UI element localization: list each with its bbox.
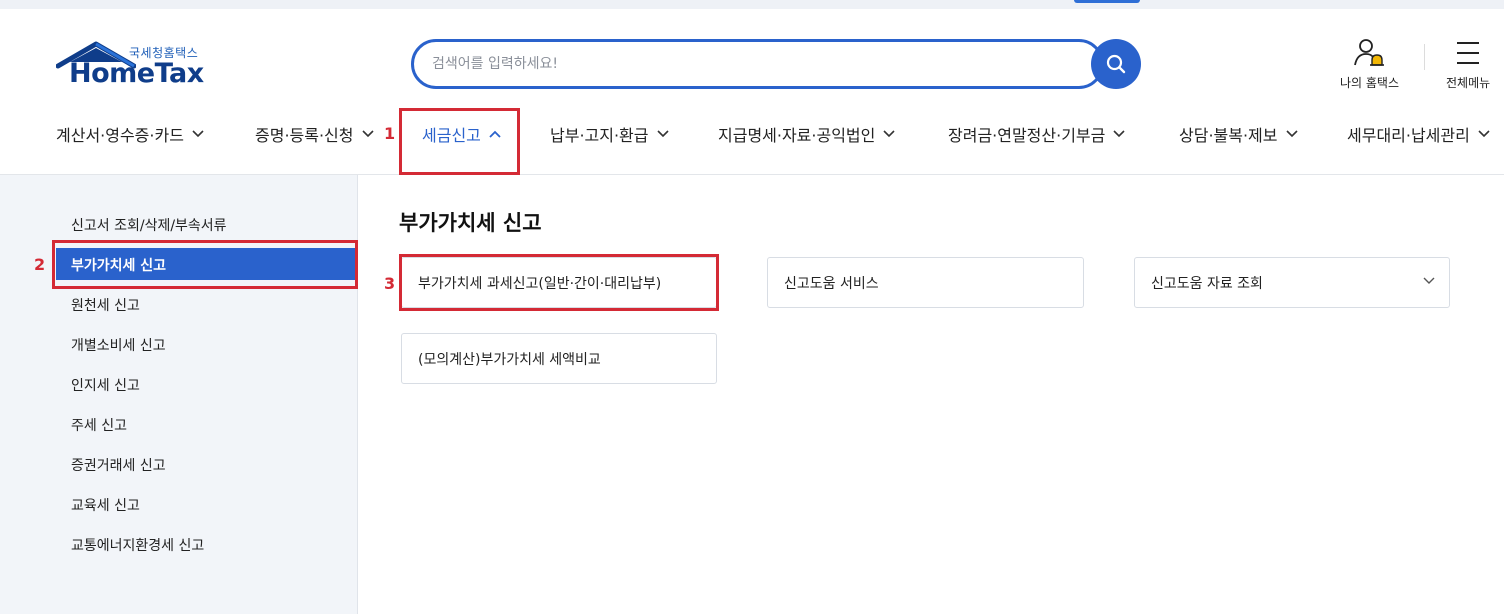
- step-number-3: 3: [384, 274, 396, 293]
- search-input[interactable]: [432, 53, 1072, 75]
- card-filing-help-service[interactable]: 신고도움 서비스: [767, 257, 1084, 308]
- user-bell-icon: [1353, 39, 1384, 66]
- step-number-2: 2: [34, 255, 46, 274]
- chevron-down-icon: [883, 130, 895, 138]
- main-nav: 계산서·영수증·카드 증명·등록·신청 세금신고 납부·고지·환급 지급명세·자…: [0, 108, 1504, 158]
- nav-invoice-receipt-card[interactable]: 계산서·영수증·카드: [56, 122, 204, 146]
- chevron-down-icon: [1113, 130, 1125, 138]
- chevron-up-icon: [489, 130, 501, 138]
- search-box: [411, 39, 1104, 89]
- sidebar-item-transport-energy[interactable]: 교통에너지환경세 신고: [71, 535, 204, 555]
- nav-consult-appeal[interactable]: 상담·불복·제보: [1179, 122, 1298, 146]
- nav-label: 세무대리·납세관리: [1347, 126, 1470, 145]
- top-strip: [0, 0, 1504, 9]
- nav-tax-filing[interactable]: 세금신고: [422, 122, 501, 146]
- my-hometax-label: 나의 홈택스: [1340, 76, 1400, 90]
- card-filing-help-data[interactable]: 신고도움 자료 조회: [1134, 257, 1450, 308]
- all-menu-label: 전체메뉴: [1446, 76, 1491, 90]
- nav-label: 세금신고: [422, 126, 481, 145]
- chevron-down-icon: [656, 130, 669, 138]
- logo-english-text: HomeTax: [69, 58, 204, 89]
- utility-divider: [1424, 44, 1425, 70]
- card-vat-simulation[interactable]: (모의계산)부가가치세 세액비교: [401, 333, 717, 384]
- search-icon: [1106, 54, 1126, 74]
- chevron-down-icon: [192, 130, 204, 138]
- sidebar-item-education[interactable]: 교육세 신고: [71, 495, 140, 515]
- sidebar-item-withholding[interactable]: 원천세 신고: [71, 295, 140, 315]
- card-label: 부가가치세 과세신고(일반·간이·대리납부): [418, 275, 662, 292]
- card-label: 신고도움 서비스: [784, 275, 879, 292]
- card-label: (모의계산)부가가치세 세액비교: [418, 351, 601, 368]
- nav-label: 계산서·영수증·카드: [56, 126, 184, 145]
- sidebar-item-liquor[interactable]: 주세 신고: [71, 415, 127, 435]
- chevron-down-icon: [1478, 130, 1490, 138]
- nav-label: 장려금·연말정산·기부금: [948, 126, 1106, 145]
- nav-payment-statement[interactable]: 지급명세·자료·공익법인: [718, 122, 895, 146]
- all-menu-button[interactable]: 전체메뉴: [1446, 38, 1490, 91]
- top-tab-indicator: [1074, 0, 1140, 3]
- card-vat-taxable-filing[interactable]: 부가가치세 과세신고(일반·간이·대리납부): [401, 257, 717, 308]
- chevron-down-icon: [1285, 130, 1298, 138]
- chevron-down-icon: [361, 130, 374, 138]
- nav-payment-refund[interactable]: 납부·고지·환급: [550, 122, 669, 146]
- nav-incentive-yearend[interactable]: 장려금·연말정산·기부금: [948, 122, 1125, 146]
- sidebar-item-vat[interactable]: 부가가치세 신고: [56, 248, 356, 280]
- chevron-down-icon: [1423, 277, 1435, 285]
- nav-label: 납부·고지·환급: [550, 126, 649, 145]
- sidebar-item-securities[interactable]: 증권거래세 신고: [71, 455, 166, 475]
- nav-certificate-registration[interactable]: 증명·등록·신청: [255, 122, 374, 146]
- hamburger-menu-icon: [1457, 42, 1480, 64]
- hometax-logo[interactable]: 국세청홈택스 HomeTax: [56, 40, 216, 92]
- sidebar-item-stamp[interactable]: 인지세 신고: [71, 375, 140, 395]
- nav-label: 증명·등록·신청: [255, 126, 354, 145]
- nav-label: 지급명세·자료·공익법인: [718, 126, 876, 145]
- nav-tax-agent[interactable]: 세무대리·납세관리: [1347, 122, 1490, 146]
- sidebar-item-report-lookup[interactable]: 신고서 조회/삭제/부속서류: [71, 215, 227, 235]
- card-label: 신고도움 자료 조회: [1151, 275, 1263, 292]
- my-hometax-button[interactable]: 나의 홈택스: [1340, 38, 1399, 91]
- step-number-1: 1: [384, 124, 396, 143]
- sidebar-item-excise[interactable]: 개별소비세 신고: [71, 335, 166, 355]
- page-title: 부가가치세 신고: [399, 211, 542, 235]
- search-button[interactable]: [1091, 39, 1141, 89]
- nav-label: 상담·불복·제보: [1179, 126, 1278, 145]
